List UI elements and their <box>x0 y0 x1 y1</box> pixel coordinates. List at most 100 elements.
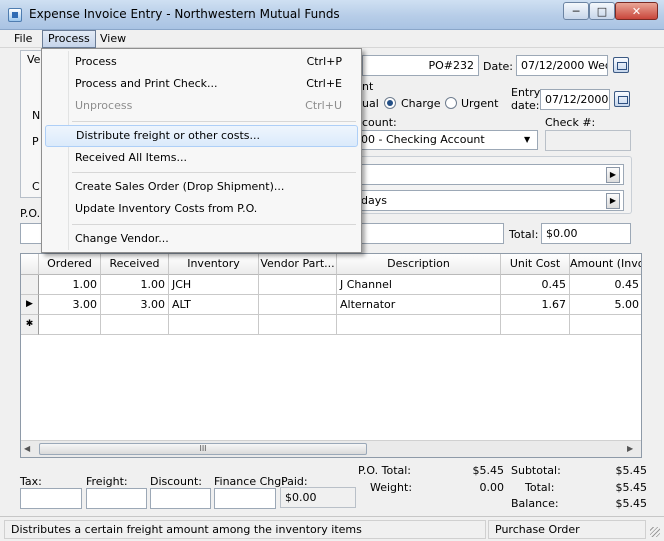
close-button[interactable]: ✕ <box>615 2 658 20</box>
process-dropdown-menu: Process Ctrl+P Process and Print Check..… <box>41 48 362 253</box>
calendar-icon[interactable] <box>614 91 630 107</box>
column-header-unit-cost[interactable]: Unit Cost <box>501 254 570 275</box>
minimize-button[interactable]: ─ <box>563 2 589 20</box>
discount-field[interactable] <box>150 488 211 509</box>
column-header-ordered[interactable]: Ordered <box>39 254 101 275</box>
charge-radio[interactable] <box>384 97 396 109</box>
column-header-inventory[interactable]: Inventory <box>169 254 259 275</box>
freight-field[interactable] <box>86 488 147 509</box>
freight-label: Freight: <box>86 475 128 488</box>
account-select[interactable]: 00 - Checking Account <box>356 130 538 150</box>
menu-item-change-vendor[interactable]: Change Vendor... <box>45 228 358 250</box>
cell-amount[interactable]: 5.00 <box>570 295 641 315</box>
terms-field[interactable] <box>356 164 624 185</box>
cell-ordered[interactable]: 1.00 <box>39 275 101 295</box>
scrollbar-thumb[interactable]: III <box>39 443 367 455</box>
menu-item-unprocess[interactable]: Unprocess Ctrl+U <box>45 95 358 117</box>
finance-charge-field[interactable] <box>214 488 276 509</box>
menu-item-update-inventory-costs[interactable]: Update Inventory Costs from P.O. <box>45 198 358 220</box>
menu-item-label: Process and Print Check... <box>75 77 218 90</box>
vendor-field-label-c: C <box>32 180 40 193</box>
cell-vendor-part[interactable] <box>259 275 337 295</box>
scroll-left-icon[interactable]: ◀ <box>24 444 30 453</box>
column-header-amount[interactable]: Amount (Invoi <box>570 254 641 275</box>
row-selector[interactable]: ▶ <box>21 295 39 315</box>
resize-grip-icon[interactable] <box>650 527 660 537</box>
cell-amount[interactable] <box>570 315 641 335</box>
cell-vendor-part[interactable] <box>259 315 337 335</box>
maximize-button[interactable]: □ <box>589 2 615 20</box>
cell-unit-cost[interactable]: 1.67 <box>501 295 570 315</box>
menu-item-shortcut: Ctrl+U <box>305 99 342 112</box>
terms-expand-button[interactable]: ▶ <box>606 167 620 183</box>
check-number-field[interactable] <box>545 130 631 151</box>
balance-value: $5.45 <box>615 497 648 510</box>
cell-inventory[interactable]: ALT <box>169 295 259 315</box>
menu-process[interactable]: Process <box>42 30 96 48</box>
entry-date-label: Entry <box>511 86 541 99</box>
balance-label: Balance: <box>511 497 559 510</box>
tax-label: Tax: <box>20 475 42 488</box>
cell-unit-cost[interactable] <box>501 315 570 335</box>
menu-item-label: Change Vendor... <box>75 232 169 245</box>
cell-ordered[interactable]: 3.00 <box>39 295 101 315</box>
scroll-right-icon[interactable]: ▶ <box>627 444 633 453</box>
cell-ordered[interactable] <box>39 315 101 335</box>
app-icon <box>8 8 22 22</box>
row-selector[interactable] <box>21 275 39 295</box>
urgent-radio-label[interactable]: Urgent <box>461 97 498 110</box>
memo-field[interactable] <box>354 223 504 244</box>
chevron-down-icon[interactable]: ▼ <box>524 135 530 144</box>
menu-view[interactable]: View <box>95 30 131 48</box>
menu-file[interactable]: File <box>9 30 37 48</box>
po-label: P.O. <box>20 207 41 220</box>
date-label: Date: <box>483 60 513 73</box>
column-header-received[interactable]: Received <box>101 254 169 275</box>
total-value: $5.45 <box>615 481 648 494</box>
days-expand-button[interactable]: ▶ <box>606 193 620 209</box>
column-header-description[interactable]: Description <box>337 254 501 275</box>
line-items-grid[interactable]: Ordered Received Inventory Vendor Part..… <box>20 253 642 458</box>
cell-inventory[interactable] <box>169 315 259 335</box>
cell-unit-cost[interactable]: 0.45 <box>501 275 570 295</box>
discount-label: Discount: <box>150 475 202 488</box>
menu-item-label: Unprocess <box>75 99 133 112</box>
new-row-selector[interactable]: ✱ <box>21 315 39 335</box>
grid-corner <box>21 254 39 275</box>
menu-item-distribute-freight[interactable]: Distribute freight or other costs... <box>45 125 358 147</box>
po-total-label: P.O. Total: <box>358 464 412 477</box>
po-number-field[interactable]: PO#232 <box>362 55 479 76</box>
menu-item-label: Distribute freight or other costs... <box>76 129 261 142</box>
cell-description[interactable]: J Channel <box>337 275 501 295</box>
date-field[interactable]: 07/12/2000 Wed <box>516 55 608 76</box>
menu-bar: File Process View <box>0 30 664 48</box>
total-label: Total: <box>525 481 555 494</box>
charge-radio-label[interactable]: Charge <box>401 97 440 110</box>
menu-separator <box>72 121 356 122</box>
urgent-radio[interactable] <box>445 97 457 109</box>
menu-item-create-sales-order[interactable]: Create Sales Order (Drop Shipment)... <box>45 176 358 198</box>
menu-item-shortcut: Ctrl+P <box>306 55 342 68</box>
cell-description[interactable]: Alternator <box>337 295 501 315</box>
cell-amount[interactable]: 0.45 <box>570 275 641 295</box>
calendar-icon[interactable] <box>613 57 629 73</box>
menu-item-received-all-items[interactable]: Received All Items... <box>45 147 358 169</box>
cell-received[interactable] <box>101 315 169 335</box>
menu-item-label: Update Inventory Costs from P.O. <box>75 202 258 215</box>
title-bar[interactable]: Expense Invoice Entry - Northwestern Mut… <box>0 0 664 30</box>
column-header-vendor-part[interactable]: Vendor Part... <box>259 254 337 275</box>
tax-field[interactable] <box>20 488 82 509</box>
manual-radio-label[interactable]: ual <box>362 97 379 110</box>
days-field[interactable]: days <box>356 190 624 211</box>
horizontal-scrollbar[interactable]: ◀ III ▶ <box>21 440 641 457</box>
entry-date-field[interactable]: 07/12/2000 <box>540 89 610 110</box>
cell-received[interactable]: 1.00 <box>101 275 169 295</box>
cell-received[interactable]: 3.00 <box>101 295 169 315</box>
cell-description[interactable] <box>337 315 501 335</box>
cell-vendor-part[interactable] <box>259 295 337 315</box>
menu-item-process-and-print-check[interactable]: Process and Print Check... Ctrl+E <box>45 73 358 95</box>
menu-separator <box>72 224 356 225</box>
vendor-tab-label[interactable]: Ve <box>27 53 40 66</box>
menu-item-process[interactable]: Process Ctrl+P <box>45 51 358 73</box>
cell-inventory[interactable]: JCH <box>169 275 259 295</box>
